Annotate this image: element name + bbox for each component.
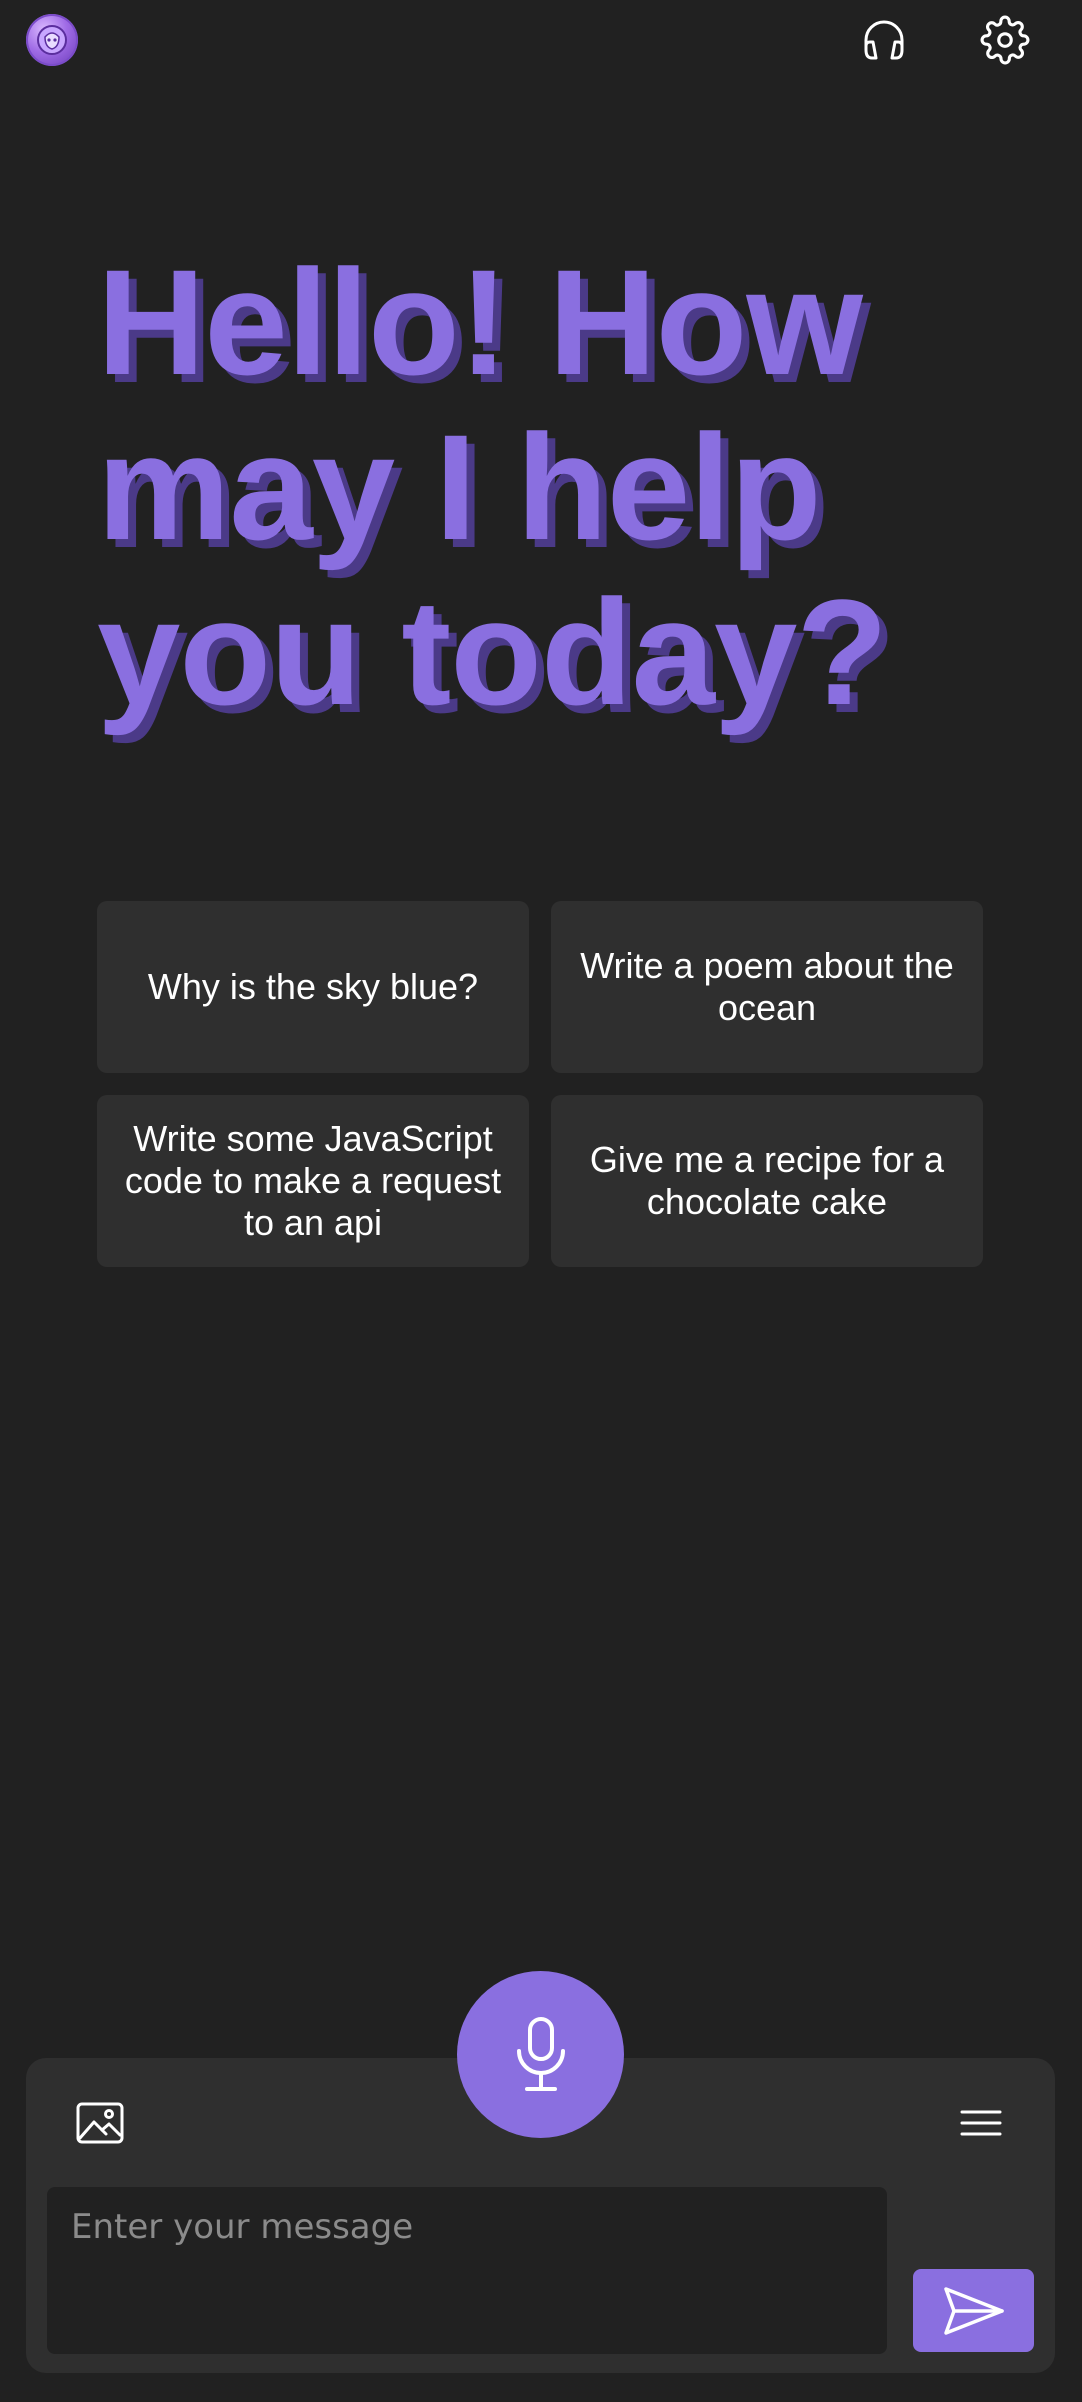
gear-icon[interactable]	[975, 10, 1035, 70]
assistant-face-icon	[37, 25, 67, 55]
message-input[interactable]	[47, 2187, 887, 2354]
greeting-line-2: may I help	[97, 403, 822, 571]
suggestion-label: Write a poem about the ocean	[580, 945, 954, 1028]
microphone-button[interactable]	[457, 1971, 624, 2138]
greeting-line-3: you today?	[97, 568, 888, 736]
hamburger-menu-icon[interactable]	[956, 2098, 1006, 2148]
suggestion-label: Give me a recipe for a chocolate cake	[589, 1139, 945, 1222]
chat-home-screen: Hello! How may I help you today? Why is …	[0, 0, 1082, 2402]
assistant-avatar-icon[interactable]	[26, 14, 78, 66]
suggestion-label: Write some JavaScript code to make a req…	[124, 1118, 502, 1243]
suggestion-label: Why is the sky blue?	[147, 966, 479, 1007]
greeting-line-1: Hello! How	[97, 238, 863, 406]
suggestion-card[interactable]: Why is the sky blue?	[97, 901, 529, 1073]
greeting-heading: Hello! How may I help you today?	[97, 240, 997, 735]
suggestion-card[interactable]: Write a poem about the ocean	[551, 901, 983, 1073]
headphones-icon[interactable]	[854, 10, 914, 70]
suggestion-card[interactable]: Write some JavaScript code to make a req…	[97, 1095, 529, 1267]
send-button[interactable]	[913, 2269, 1034, 2352]
image-icon[interactable]	[72, 2098, 128, 2148]
suggestion-card[interactable]: Give me a recipe for a chocolate cake	[551, 1095, 983, 1267]
microphone-icon	[516, 2016, 565, 2091]
send-icon	[943, 2286, 1004, 2335]
